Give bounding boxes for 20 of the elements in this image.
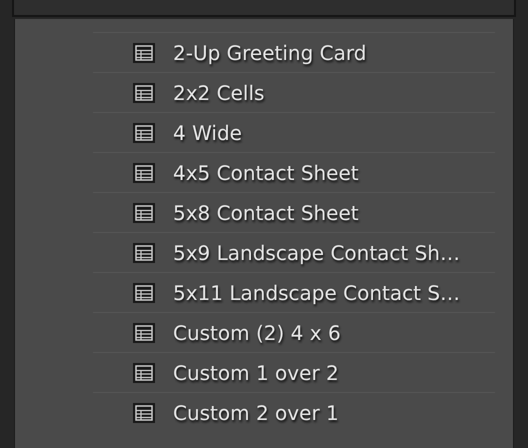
template-icon: [133, 42, 155, 62]
template-icon: [133, 82, 155, 102]
template-icon: [133, 242, 155, 262]
template-item[interactable]: 5x9 Landscape Contact Sh…: [173, 240, 460, 264]
template-item[interactable]: 4x5 Contact Sheet: [173, 160, 359, 184]
template-icon: [133, 202, 155, 222]
template-item[interactable]: 5x11 Landscape Contact S…: [173, 280, 460, 304]
template-item[interactable]: 5x8 Contact Sheet: [173, 200, 359, 224]
template-item[interactable]: 4 Wide: [173, 120, 242, 144]
template-item[interactable]: 2-Up Greeting Card: [173, 40, 366, 64]
template-icon: [133, 122, 155, 142]
template-item[interactable]: Custom 2 over 1: [173, 400, 339, 424]
template-icon: [133, 282, 155, 302]
template-icon: [133, 362, 155, 382]
template-item[interactable]: 2x2 Cells: [173, 80, 264, 104]
template-item[interactable]: Custom 1 over 2: [173, 360, 339, 384]
template-icon: [133, 402, 155, 422]
template-icon: [133, 162, 155, 182]
template-item[interactable]: Custom (2) 4 x 6: [173, 320, 341, 344]
template-icon: [133, 322, 155, 342]
